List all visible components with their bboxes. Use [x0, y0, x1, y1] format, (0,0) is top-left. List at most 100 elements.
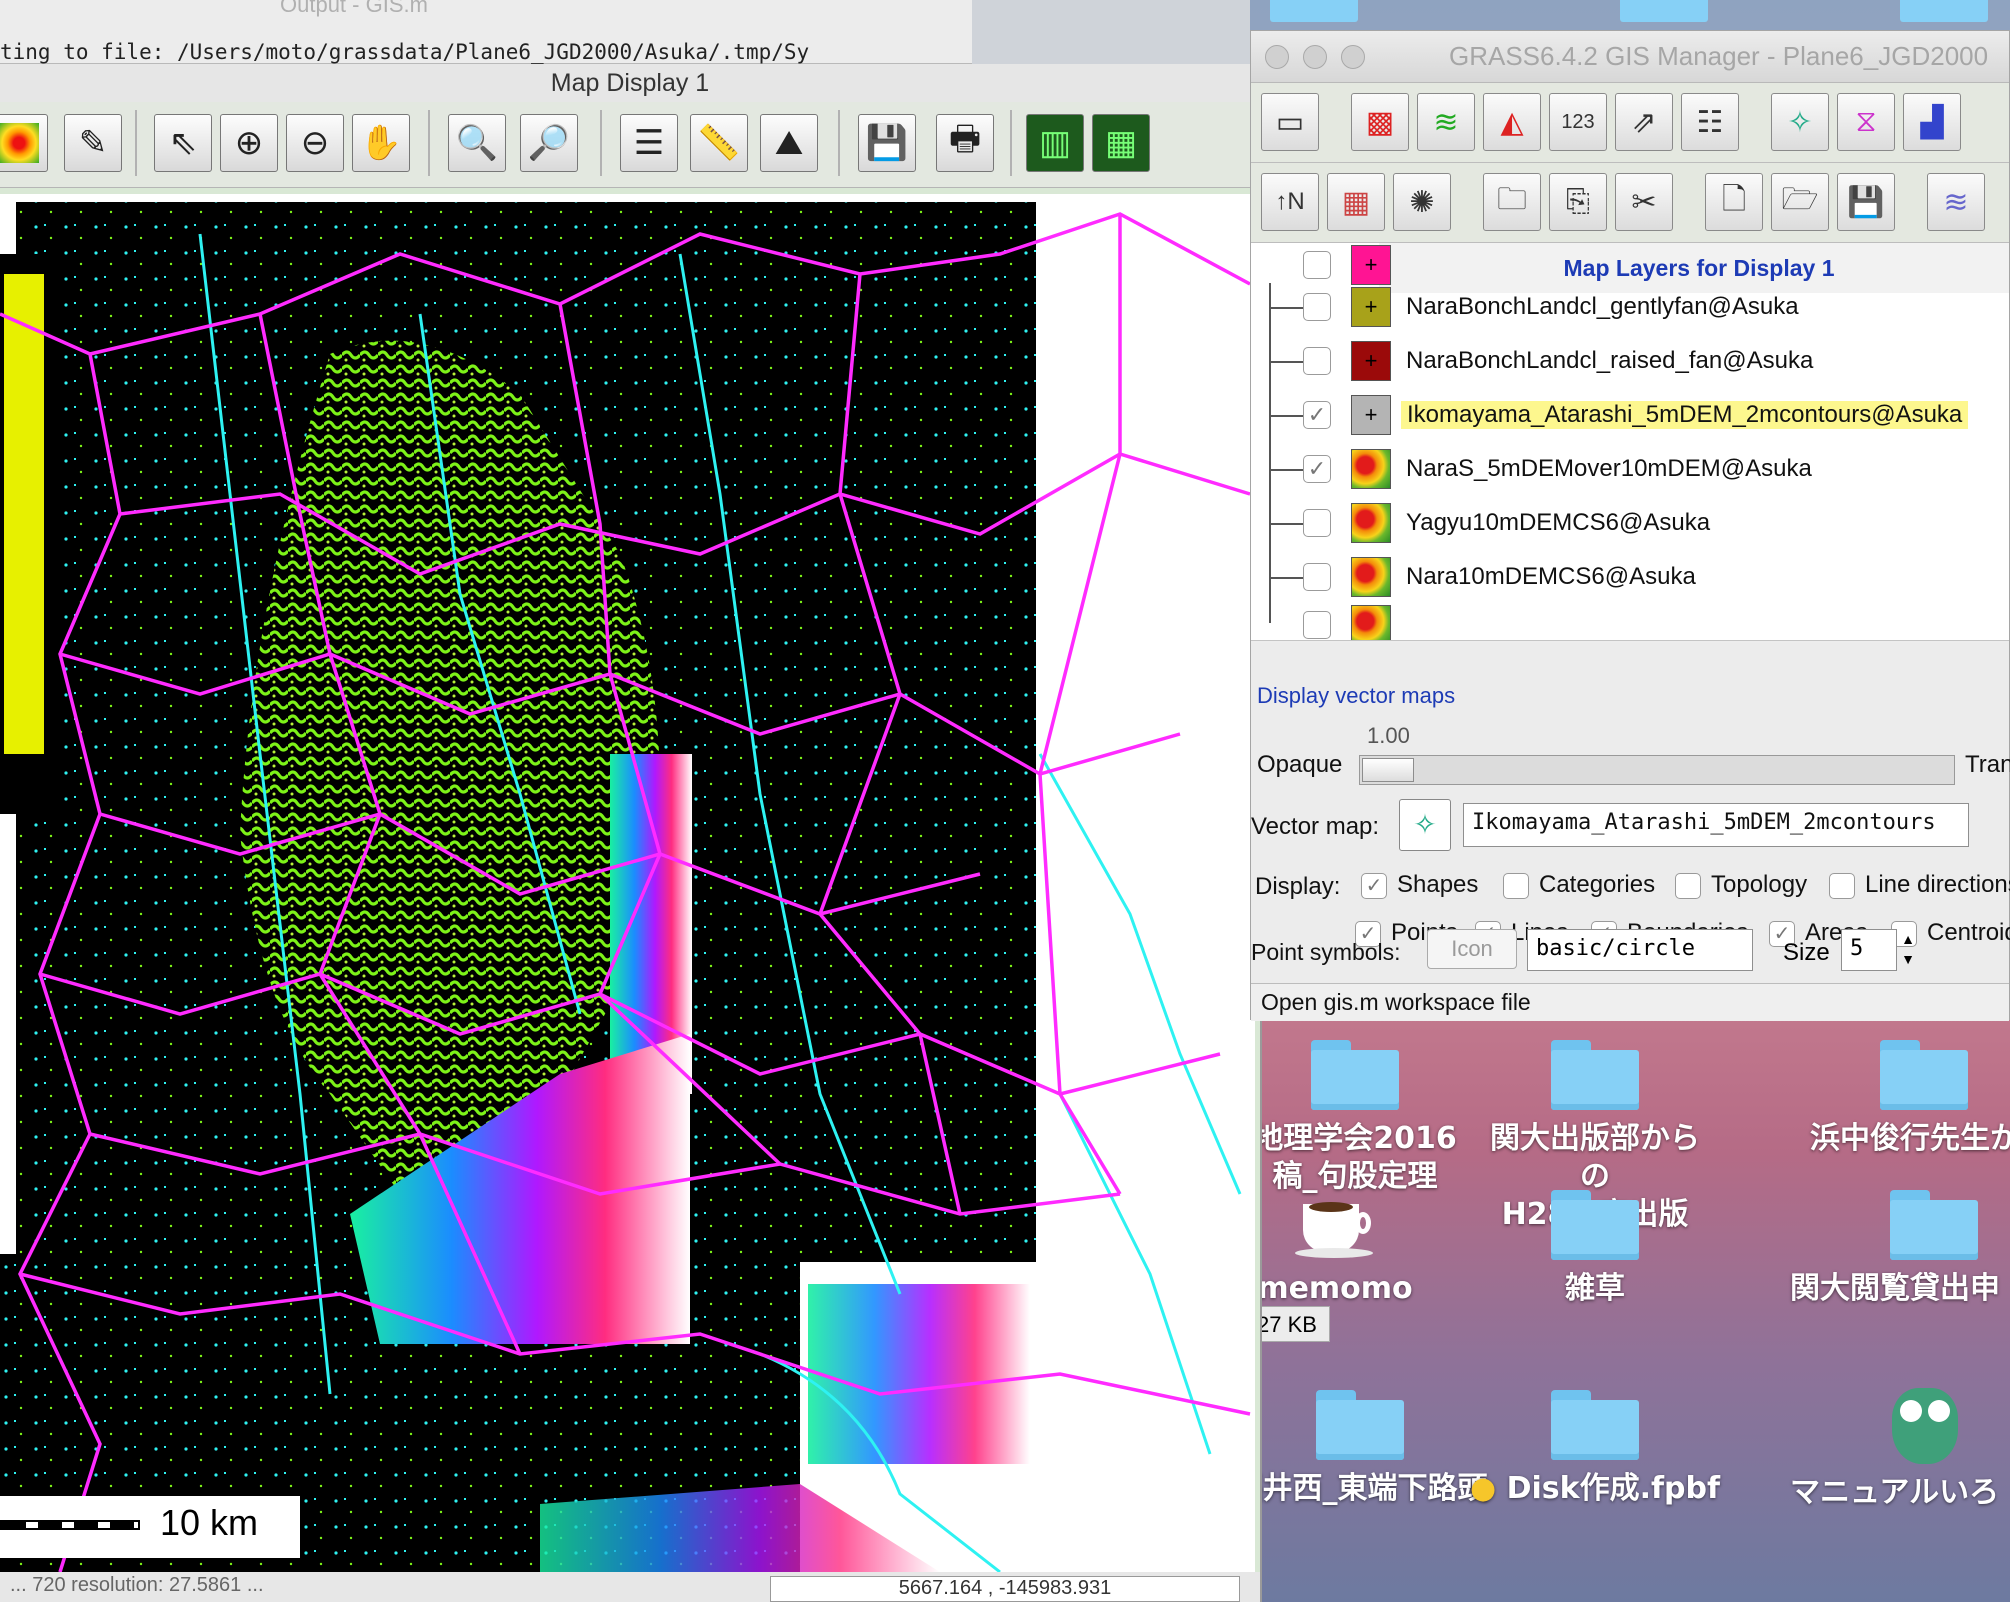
- folder-icon[interactable]: [1620, 0, 1708, 22]
- layer-row[interactable]: ✓ NaraS_5mDEMover10mDEM@Asuka: [1251, 443, 2009, 497]
- desktop-item-manual[interactable]: マニュアルいろ: [1790, 1380, 2010, 1512]
- delete-layer-button[interactable]: ✂: [1615, 173, 1673, 231]
- add-histogram-button[interactable]: ◭: [1483, 93, 1541, 151]
- open-workspace-button[interactable]: 🗁: [1771, 173, 1829, 231]
- display-vector-link[interactable]: Display vector maps: [1257, 683, 1455, 709]
- icon-button[interactable]: Icon: [1427, 929, 1517, 969]
- gis-manager-window: GRASS6.4.2 GIS Manager - Plane6_JGD2000 …: [1250, 30, 2010, 1021]
- layer-checkbox[interactable]: [1303, 611, 1331, 639]
- opacity-slider[interactable]: [1359, 755, 1955, 785]
- add-legend-button[interactable]: ☷: [1681, 93, 1739, 151]
- layer-checkbox[interactable]: [1303, 563, 1331, 591]
- layer-checkbox[interactable]: [1303, 509, 1331, 537]
- size-field[interactable]: 5: [1841, 929, 1897, 971]
- pointer-button[interactable]: ⇖: [154, 114, 212, 172]
- add-labels-button[interactable]: ✺: [1393, 173, 1451, 231]
- minimize-window-button[interactable]: [1303, 45, 1327, 69]
- raster-layer-icon: ▩: [1365, 105, 1395, 139]
- add-grid-button[interactable]: ▦: [1327, 173, 1385, 231]
- save-display-button[interactable]: 💾: [858, 114, 916, 172]
- folder-icon[interactable]: [1900, 0, 1988, 22]
- map-canvas[interactable]: [0, 194, 1255, 1572]
- layer-name: NaraBonchLandcl_raised_fan@Asuka: [1406, 347, 1814, 374]
- layer-checkbox[interactable]: [1303, 251, 1331, 279]
- select-vector-map-button[interactable]: ✧: [1399, 799, 1451, 851]
- file-size-tag: 27 KB: [1250, 1306, 1330, 1342]
- new-workspace-button[interactable]: 🗋: [1705, 173, 1763, 231]
- new-display-button[interactable]: ▭: [1261, 93, 1319, 151]
- profile-button[interactable]: ⛰: [760, 114, 818, 172]
- zoom-out-button[interactable]: ⊖: [286, 114, 344, 172]
- symbol-field[interactable]: basic/circle: [1527, 929, 1753, 971]
- add-cell-values-button[interactable]: 123: [1549, 93, 1607, 151]
- zoom-in-button[interactable]: ⊕: [220, 114, 278, 172]
- desktop-item-kandai-etsuran[interactable]: 関大閲覧貸出申: [1790, 1190, 2010, 1308]
- add-chart-button[interactable]: ▟: [1903, 93, 1961, 151]
- display-map-button[interactable]: [0, 114, 48, 172]
- gis-manager-title: GRASS6.4.2 GIS Manager - Plane6_JGD2000: [1449, 41, 1989, 71]
- size-stepper[interactable]: ▲ ▼: [1897, 929, 1919, 971]
- raster-map-icon: [0, 123, 39, 163]
- desktop-item-fukui[interactable]: 福井西_東端下路頭: [1230, 1390, 1490, 1508]
- layer-row[interactable]: + NaraBonchLandcl_gentlyfan@Asuka: [1251, 281, 2009, 335]
- pan-button[interactable]: ✋: [352, 114, 410, 172]
- display-label: Display:: [1255, 873, 1341, 900]
- owl-icon: [1886, 1380, 1966, 1466]
- chevron-down-icon[interactable]: ▼: [1901, 951, 1915, 967]
- folder-icon[interactable]: [1270, 0, 1358, 22]
- layer-checkbox[interactable]: ✓: [1303, 401, 1331, 429]
- close-window-button[interactable]: [1265, 45, 1289, 69]
- add-group-button[interactable]: 🗀: [1483, 173, 1541, 231]
- strict-icon: ▦: [1104, 124, 1138, 162]
- layer-row-selected[interactable]: ✓ + Ikomayama_Atarashi_5mDEM_2mcontours@…: [1251, 389, 2009, 443]
- duplicate-layer-button[interactable]: ⎘: [1549, 173, 1607, 231]
- topology-checkbox[interactable]: Topology: [1675, 871, 1807, 899]
- save-workspace-button[interactable]: 💾: [1837, 173, 1895, 231]
- zoom-back-button[interactable]: 🔍: [448, 114, 506, 172]
- query-button[interactable]: ☰: [620, 114, 678, 172]
- measure-button[interactable]: 📏: [690, 114, 748, 172]
- strict-mode-button[interactable]: ▦: [1092, 114, 1150, 172]
- desktop-item-disk[interactable]: ● Disk作成.fpbf: [1465, 1390, 1725, 1508]
- layer-checkbox[interactable]: ✓: [1303, 455, 1331, 483]
- desktop-item-hamanaka[interactable]: 浜中俊行先生か: [1810, 1040, 2010, 1158]
- print-button[interactable]: 🖶: [936, 114, 994, 172]
- eraser-icon: ✎: [78, 124, 108, 162]
- opacity-slider-handle[interactable]: [1362, 758, 1414, 782]
- line-directions-checkbox[interactable]: Line directions: [1829, 871, 2010, 899]
- desktop-item-zassou[interactable]: 雑草: [1480, 1190, 1710, 1308]
- add-thematic-vector-button[interactable]: ⧖: [1837, 93, 1895, 151]
- chevron-up-icon[interactable]: ▲: [1901, 931, 1915, 947]
- magnifier-icon: 🔍: [455, 124, 499, 162]
- legend-icon: ☷: [1696, 105, 1724, 139]
- open-folder-icon: 🗁: [1781, 182, 1819, 216]
- add-vector-button[interactable]: ✧: [1771, 93, 1829, 151]
- layer-name: NaraBonchLandcl_gentlyfan@Asuka: [1406, 293, 1799, 320]
- layer-row[interactable]: [1251, 599, 2009, 640]
- layer-checkbox[interactable]: [1303, 347, 1331, 375]
- folder-icon: [1316, 1390, 1404, 1460]
- add-raster-button[interactable]: ▩: [1351, 93, 1409, 151]
- digitize-button[interactable]: ≋: [1927, 173, 1985, 231]
- layer-row[interactable]: + NaraBonchLandcl_raised_fan@Asuka: [1251, 335, 2009, 389]
- layer-name: Nara10mDEMCS6@Asuka: [1406, 563, 1696, 590]
- add-rgb-button[interactable]: ≋: [1417, 93, 1475, 151]
- categories-checkbox[interactable]: Categories: [1503, 871, 1655, 899]
- zoom-window-button[interactable]: [1341, 45, 1365, 69]
- map-display-window: Map Display 1 ✎ ⇖ ⊕ ⊖ ✋ 🔍 🔎 ☰ 📏 ⛰ 💾 🖶 ▥ …: [0, 64, 1262, 1602]
- zoom-menu-button[interactable]: 🔎: [520, 114, 578, 172]
- layer-row[interactable]: Yagyu10mDEMCS6@Asuka: [1251, 497, 2009, 551]
- add-arrows-button[interactable]: ⇗: [1615, 93, 1673, 151]
- size-label: Size: [1783, 939, 1830, 966]
- erase-display-button[interactable]: ✎: [64, 114, 122, 172]
- desktop-item-chirigakkai[interactable]: 地理学会2016 稿_句股定理: [1240, 1040, 1470, 1196]
- shapes-checkbox[interactable]: ✓ Shapes: [1361, 871, 1478, 899]
- layer-checkbox[interactable]: [1303, 293, 1331, 321]
- folder-icon: [1551, 1190, 1639, 1260]
- opacity-value: 1.00: [1367, 723, 1410, 748]
- vector-map-field[interactable]: Ikomayama_Atarashi_5mDEM_2mcontours: [1463, 803, 1969, 847]
- gis-manager-titlebar[interactable]: GRASS6.4.2 GIS Manager - Plane6_JGD2000: [1251, 31, 2009, 83]
- add-north-arrow-button[interactable]: ↑N: [1261, 173, 1319, 231]
- explore-mode-button[interactable]: ▥: [1026, 114, 1084, 172]
- layer-row[interactable]: Nara10mDEMCS6@Asuka: [1251, 551, 2009, 605]
